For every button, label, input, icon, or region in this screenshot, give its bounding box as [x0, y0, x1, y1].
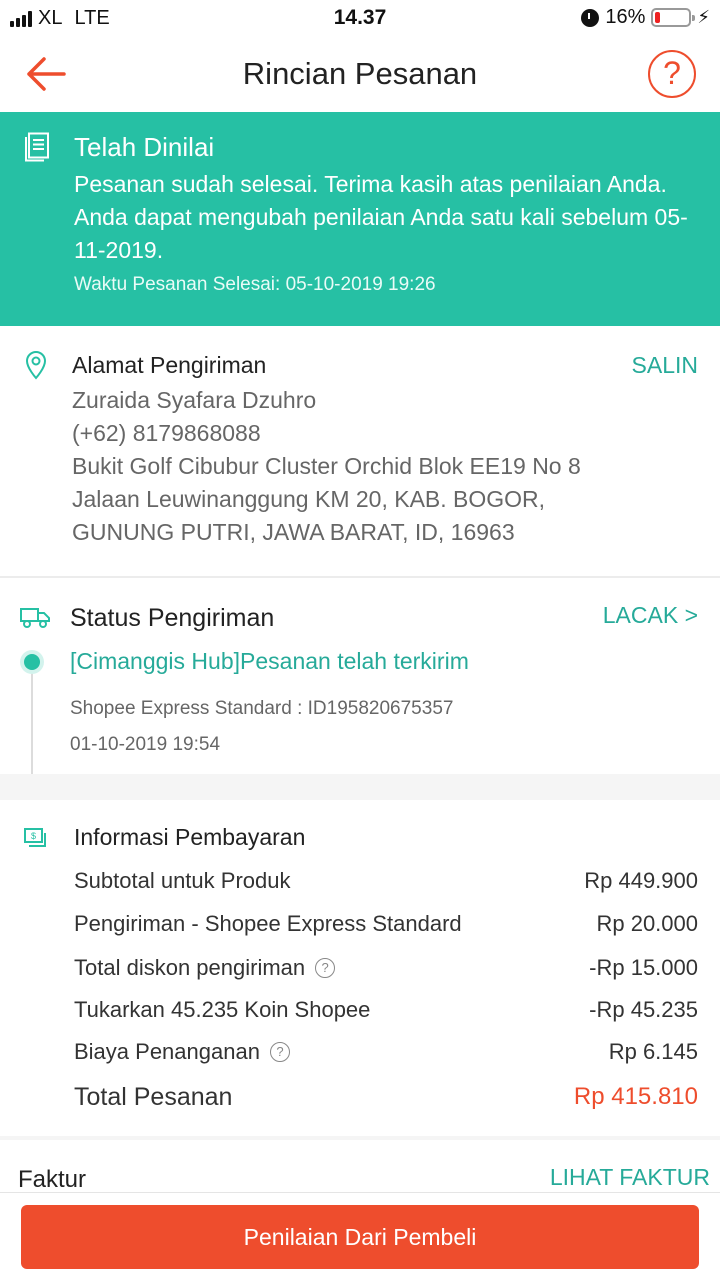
payment-row-value: Rp 6.145 [608, 1039, 698, 1064]
payment-row-subtotal: Subtotal untuk Produk Rp 449.900 [74, 868, 698, 900]
address-line: Bukit Golf Cibubur Cluster Orchid Blok E… [72, 453, 581, 479]
battery-fill [655, 12, 661, 23]
bottom-action-bar: Penilaian Dari Pembeli [0, 1192, 720, 1280]
timeline-line [31, 662, 33, 774]
payment-row-coins: Tukarkan 45.235 Koin Shopee -Rp 45.235 [74, 997, 698, 1029]
document-icon [25, 132, 49, 162]
order-total-row: Total Pesanan Rp 415.810 [74, 1083, 698, 1115]
payment-info-section: $ Informasi Pembayaran Subtotal untuk Pr… [0, 800, 720, 1136]
battery-icon [651, 8, 696, 27]
status-bar: XL LTE 14.37 16% ⚡ [0, 0, 720, 36]
page-title: Rincian Pesanan [242, 56, 478, 91]
payment-row-shipping-discount: Total diskon pengiriman? -Rp 15.000 [74, 955, 698, 987]
help-icon[interactable]: ? [648, 50, 696, 98]
timeline-dot [24, 654, 40, 670]
truck-icon [20, 608, 50, 628]
banner-message: Pesanan sudah selesai. Terima kasih atas… [74, 171, 688, 263]
order-status-banner: Telah Dinilai Pesanan sudah selesai. Ter… [0, 112, 720, 326]
payment-info-title: Informasi Pembayaran [74, 824, 306, 850]
info-icon[interactable]: ? [269, 1042, 290, 1062]
payment-row-value: Rp 20.000 [596, 911, 698, 936]
payment-row-label: Subtotal untuk Produk [74, 868, 291, 893]
payment-row-shipping: Pengiriman - Shopee Express Standard Rp … [74, 911, 698, 943]
payment-row-value: Rp 449.900 [584, 868, 698, 893]
recipient-phone: (+62) 8179868088 [72, 420, 261, 446]
copy-address-button[interactable]: SALIN [632, 352, 698, 379]
payment-row-label: Tukarkan 45.235 Koin Shopee [74, 997, 371, 1022]
payment-row-value: -Rp 45.235 [589, 997, 698, 1022]
shipping-status-section[interactable]: Status Pengiriman LACAK > [Cimanggis Hub… [0, 578, 720, 774]
status-bar-right: 16% ⚡ [581, 6, 710, 29]
svg-text:$: $ [31, 831, 36, 841]
address-details: Zuraida Syafara Dzuhro (+62) 8179868088 … [72, 384, 581, 549]
view-invoice-button[interactable]: LIHAT FAKTUR [550, 1164, 710, 1191]
payment-icon: $ [24, 828, 46, 847]
payment-row-handling-fee: Biaya Penanganan? Rp 6.145 [74, 1039, 698, 1071]
payment-row-label: Biaya Penanganan [74, 1039, 260, 1064]
payment-row-label: Total diskon pengiriman [74, 955, 306, 980]
alarm-icon [581, 8, 600, 27]
banner-title: Telah Dinilai [74, 132, 215, 162]
shipping-address-section: Alamat Pengiriman SALIN Zuraida Syafara … [0, 326, 720, 576]
shipping-status-date: 01-10-2019 19:54 [70, 734, 221, 755]
payment-row-label: Pengiriman - Shopee Express Standard [74, 911, 462, 936]
shipping-service-tracking-number: Shopee Express Standard : ID195820675357 [70, 698, 454, 719]
payment-row-value: -Rp 15.000 [589, 955, 698, 980]
order-total-value: Rp 415.810 [573, 1083, 698, 1110]
latest-shipping-status: [Cimanggis Hub]Pesanan telah terkirim [70, 648, 469, 674]
location-pin-icon [25, 351, 47, 380]
buyer-rating-button[interactable]: Penilaian Dari Pembeli [21, 1205, 699, 1269]
shipping-status-title: Status Pengiriman [70, 604, 275, 632]
battery-percent: 16% [605, 6, 646, 28]
invoice-section: Faktur LIHAT FAKTUR [0, 1140, 720, 1193]
invoice-title: Faktur [18, 1166, 87, 1193]
app-header: Rincian Pesanan ? [0, 36, 720, 112]
track-button[interactable]: LACAK > [603, 602, 698, 629]
address-line: GUNUNG PUTRI, JAWA BARAT, ID, 16963 [72, 519, 515, 545]
order-total-label: Total Pesanan [74, 1083, 233, 1111]
order-completed-time: Waktu Pesanan Selesai: 05-10-2019 19:26 [74, 274, 436, 295]
address-title: Alamat Pengiriman [72, 352, 267, 378]
address-line: Jalaan Leuwinanggung KM 20, KAB. BOGOR, [72, 486, 546, 512]
charging-icon: ⚡ [697, 7, 710, 27]
recipient-name: Zuraida Syafara Dzuhro [72, 387, 317, 413]
info-icon[interactable]: ? [315, 958, 336, 978]
